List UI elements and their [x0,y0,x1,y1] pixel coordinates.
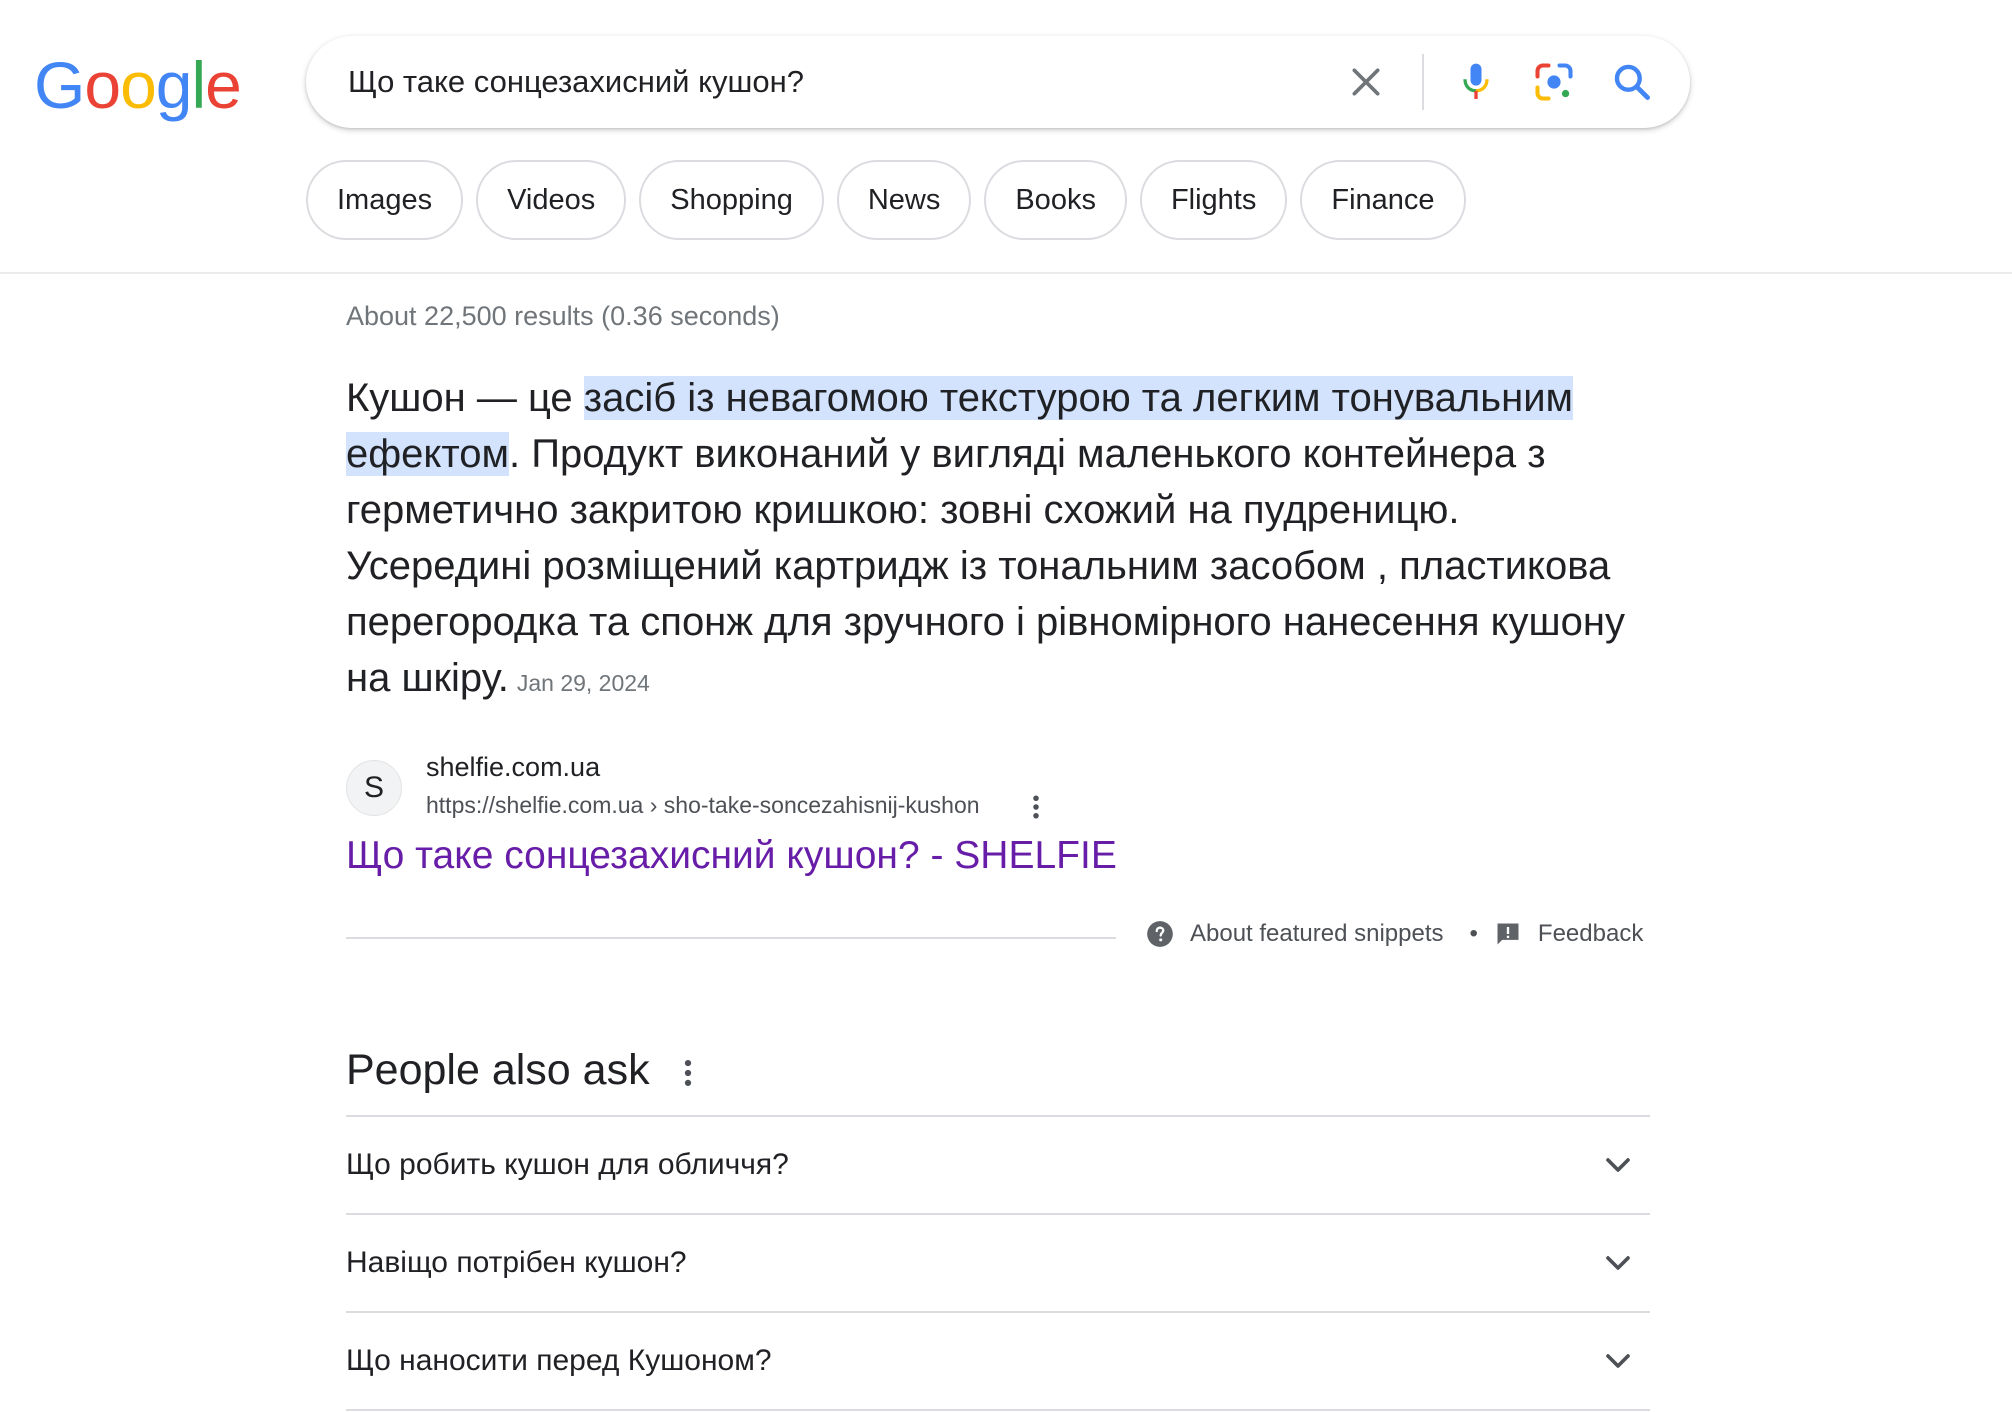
search-icon[interactable] [1610,60,1654,104]
chip-images[interactable]: Images [306,160,464,240]
more-options-icon[interactable] [678,1056,698,1090]
snippet-source[interactable]: S shelfie.com.ua https://shelfie.com.ua … [346,750,1346,830]
mic-icon[interactable] [1454,60,1498,104]
result-stats: About 22,500 results (0.36 seconds) [346,301,780,331]
chip-finance[interactable]: Finance [1300,160,1466,240]
feedback-icon[interactable] [1494,920,1522,948]
search-input[interactable]: Що таке сонцезахисний кушон? [348,64,804,100]
about-featured-snippets-link[interactable]: About featured snippets [1190,920,1444,948]
google-logo[interactable]: Google [34,52,242,118]
paa-question[interactable]: Навіщо потрібен кушон? [346,1215,1650,1313]
more-options-icon[interactable] [1026,792,1046,822]
result-title-link[interactable]: Що таке сонцезахисний кушон? - SHELFIE [346,834,1117,878]
filter-chips: Images Videos Shopping News Books Flight… [306,160,1466,240]
logo-letter: G [34,48,85,122]
paa-question[interactable]: Що наносити перед Кушоном? [346,1313,1650,1411]
chip-videos[interactable]: Videos [476,160,627,240]
site-url[interactable]: https://shelfie.com.ua › sho-take-soncez… [426,792,980,819]
chevron-down-icon [1606,1354,1630,1368]
logo-letter: g [155,48,193,122]
search-box[interactable]: Що таке сонцезахисний кушон? [306,36,1690,128]
chip-shopping[interactable]: Shopping [639,160,824,240]
featured-snippet-text: Кушон — це засіб із невагомою текстурою … [346,370,1646,711]
logo-letter: l [191,48,207,122]
paa-question-text: Що наносити перед Кушоном? [346,1344,772,1377]
site-name[interactable]: shelfie.com.ua [426,752,600,783]
chevron-down-icon [1606,1158,1630,1172]
site-favicon: S [346,760,402,816]
paa-question[interactable]: Що робить кушон для обличчя? [346,1117,1650,1215]
chip-news[interactable]: News [836,160,972,240]
help-icon[interactable] [1146,920,1174,948]
featured-snippet-divider [346,937,1116,939]
chip-books[interactable]: Books [984,160,1127,240]
featured-snippet-footer: About featured snippets • Feedback [1146,920,1643,948]
people-also-ask-list: Що робить кушон для обличчя? Навіщо потр… [346,1115,1650,1411]
footer-separator: • [1469,920,1478,947]
logo-letter: o [84,48,121,122]
paa-question-text: Навіщо потрібен кушон? [346,1246,687,1279]
snippet-post: . Продукт виконаний у вигляді маленького… [346,432,1625,700]
header-divider [0,272,2012,274]
people-also-ask-heading: People also ask [346,1046,650,1094]
logo-letter: o [120,48,157,122]
chip-flights[interactable]: Flights [1139,160,1288,240]
lens-icon[interactable] [1532,60,1576,104]
chevron-down-icon [1606,1256,1630,1270]
close-icon[interactable] [1346,62,1386,102]
snippet-pre: Кушон — це [346,376,584,420]
logo-letter: e [205,48,242,122]
paa-question-text: Що робить кушон для обличчя? [346,1148,789,1181]
search-divider [1422,54,1424,110]
snippet-date: Jan 29, 2024 [516,670,650,696]
feedback-link[interactable]: Feedback [1538,920,1643,948]
